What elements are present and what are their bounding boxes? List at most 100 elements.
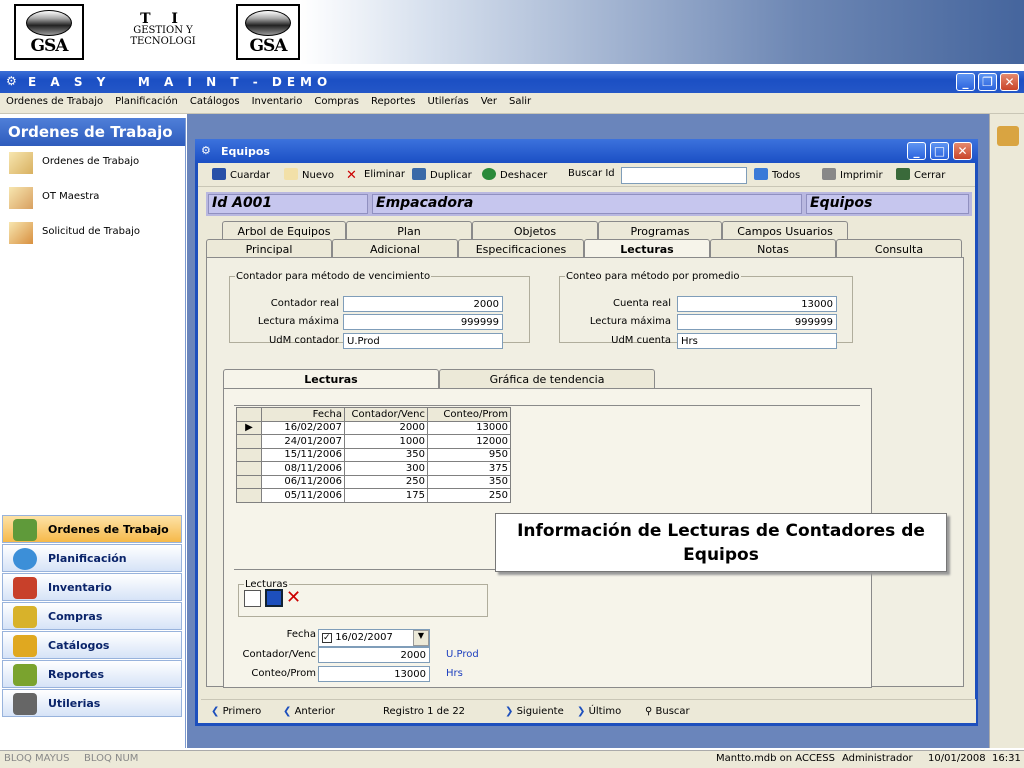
record-navigator: ❮ Primero ❮ Anterior Registro 1 de 22 ❯ … bbox=[201, 699, 976, 723]
tab-plan[interactable]: Plan bbox=[346, 221, 472, 240]
minimize-icon[interactable]: _ bbox=[956, 73, 975, 91]
tab-arbol[interactable]: Arbol de Equipos bbox=[222, 221, 346, 240]
lectura-maxima-field[interactable]: 999999 bbox=[343, 314, 503, 330]
restore-icon[interactable]: ❐ bbox=[978, 73, 997, 91]
contador-unit: U.Prod bbox=[446, 649, 479, 660]
close-button[interactable]: Cerrar bbox=[896, 168, 945, 181]
sidebar-item-work-request[interactable]: Solicitud de Trabajo bbox=[0, 216, 185, 251]
tab-adicional[interactable]: Adicional bbox=[332, 239, 458, 258]
tab-lecturas[interactable]: Lecturas bbox=[584, 239, 710, 258]
nav-catalogs[interactable]: Catálogos bbox=[2, 631, 182, 659]
tool-icon[interactable] bbox=[997, 126, 1019, 146]
tab-principal[interactable]: Principal bbox=[206, 239, 332, 258]
catalogs-books-icon bbox=[13, 635, 37, 657]
database-status: Mantto.mdb on ACCESS bbox=[716, 753, 835, 764]
contador-real-field[interactable]: 2000 bbox=[343, 296, 503, 312]
all-icon bbox=[754, 168, 768, 180]
time-status: 16:31 bbox=[992, 753, 1021, 764]
first-button[interactable]: ❮ Primero bbox=[211, 706, 261, 717]
delete-reading-icon[interactable]: ✕ bbox=[286, 587, 301, 608]
tab-especificaciones[interactable]: Especificaciones bbox=[458, 239, 584, 258]
menu-item[interactable]: Reportes bbox=[365, 93, 422, 107]
nav-reports[interactable]: Reportes bbox=[2, 660, 182, 688]
udm-cuenta-field[interactable]: Hrs bbox=[677, 333, 837, 349]
inventory-shelf-icon bbox=[13, 577, 37, 599]
save-reading-icon[interactable] bbox=[265, 589, 283, 607]
close-icon[interactable]: ✕ bbox=[1000, 73, 1019, 91]
num-lock-indicator: BLOQ NUM bbox=[84, 753, 139, 764]
menu-item[interactable]: Planificación bbox=[109, 93, 184, 107]
fecha-date-picker[interactable]: ✓ 16/02/2007 ▼ bbox=[318, 629, 430, 647]
all-button[interactable]: Todos bbox=[754, 168, 800, 181]
nav-purchases[interactable]: Compras bbox=[2, 602, 182, 630]
tab-notas[interactable]: Notas bbox=[710, 239, 836, 258]
new-reading-icon[interactable] bbox=[244, 590, 261, 607]
master-order-icon bbox=[9, 187, 33, 209]
readings-grid[interactable]: Fecha Contador/Venc Conteo/Prom ▶ 16/02/200… bbox=[236, 407, 511, 503]
contador-real-label: Contador real bbox=[270, 298, 339, 309]
lectura-maxima-label: Lectura máxima bbox=[257, 316, 339, 327]
search-id-label: Buscar Id bbox=[568, 168, 615, 179]
menu-item[interactable]: Compras bbox=[308, 93, 365, 107]
nav-utilities[interactable]: Utilerias bbox=[2, 689, 182, 717]
gsa-logo-left: GSA bbox=[14, 4, 84, 60]
menu-item[interactable]: Inventario bbox=[246, 93, 309, 107]
utilities-tower-icon bbox=[13, 693, 37, 715]
table-row[interactable]: 24/01/2007 1000 12000 bbox=[236, 434, 511, 449]
undo-button[interactable]: Deshacer bbox=[482, 168, 547, 181]
menu-item[interactable]: Salir bbox=[503, 93, 537, 107]
window-minimize-icon[interactable]: _ bbox=[907, 142, 926, 160]
tab-consulta[interactable]: Consulta bbox=[836, 239, 962, 258]
subtab-grafica[interactable]: Gráfica de tendencia bbox=[439, 369, 655, 388]
equipment-window: ⚙ Equipos _ □ ✕ Cuardar Nuevo ✕ Eliminar … bbox=[195, 139, 978, 726]
conteo-maxima-label: Lectura máxima bbox=[589, 316, 671, 327]
left-panel-title: Ordenes de Trabajo bbox=[0, 118, 185, 146]
tab-programas[interactable]: Programas bbox=[598, 221, 722, 240]
table-row[interactable]: ▶ 16/02/2007 2000 13000 bbox=[236, 420, 511, 435]
reports-chart-icon bbox=[13, 664, 37, 686]
save-button[interactable]: Cuardar bbox=[212, 168, 270, 181]
menu-item[interactable]: Ver bbox=[475, 93, 503, 107]
nav-planning[interactable]: Planificación bbox=[2, 544, 182, 572]
gsa-logo-right: GSA bbox=[236, 4, 300, 60]
window-toolbar: Cuardar Nuevo ✕ Eliminar Duplicar Deshace… bbox=[198, 163, 975, 187]
table-row[interactable]: 05/11/2006 175 250 bbox=[236, 488, 511, 503]
conteo-maxima-field[interactable]: 999999 bbox=[677, 314, 837, 330]
menu-item[interactable]: Ordenes de Trabajo bbox=[0, 93, 109, 107]
subtab-lecturas[interactable]: Lecturas bbox=[223, 369, 439, 388]
delete-button[interactable]: ✕ Eliminar bbox=[346, 168, 405, 183]
next-button[interactable]: ❯ Siguiente bbox=[505, 706, 564, 717]
print-button[interactable]: Imprimir bbox=[822, 168, 883, 181]
new-button[interactable]: Nuevo bbox=[284, 168, 334, 181]
nav-inventory[interactable]: Inventario bbox=[2, 573, 182, 601]
cuenta-real-field[interactable]: 13000 bbox=[677, 296, 837, 312]
sidebar-item-work-orders[interactable]: Ordenes de Trabajo bbox=[0, 146, 185, 181]
menu-item[interactable]: Utilerías bbox=[422, 93, 475, 107]
conteo-prom-field[interactable]: 13000 bbox=[318, 666, 430, 682]
previous-button[interactable]: ❮ Anterior bbox=[283, 706, 335, 717]
exit-icon bbox=[896, 168, 910, 180]
udm-contador-field[interactable]: U.Prod bbox=[343, 333, 503, 349]
right-toolbar bbox=[989, 114, 1024, 748]
duplicate-button[interactable]: Duplicar bbox=[412, 168, 472, 181]
work-orders-nav-icon bbox=[13, 519, 37, 541]
nav-work-orders[interactable]: Ordenes de Trabajo bbox=[2, 515, 182, 543]
menu-item[interactable]: Catálogos bbox=[184, 93, 246, 107]
record-header: Id A001 Empacadora Equipos bbox=[206, 192, 972, 216]
window-close-icon[interactable]: ✕ bbox=[953, 142, 972, 160]
tab-objetos[interactable]: Objetos bbox=[472, 221, 598, 240]
contador-venc-field[interactable]: 2000 bbox=[318, 647, 430, 663]
sidebar-item-master-order[interactable]: OT Maestra bbox=[0, 181, 185, 216]
search-id-input[interactable] bbox=[621, 167, 747, 184]
table-row[interactable]: 15/11/2006 350 950 bbox=[236, 447, 511, 462]
last-button[interactable]: ❯ Último bbox=[577, 706, 621, 717]
window-maximize-icon[interactable]: □ bbox=[930, 142, 949, 160]
table-row[interactable]: 08/11/2006 300 375 bbox=[236, 461, 511, 476]
top-banner: GSA T I GESTION Y TECNOLOGI GSA bbox=[0, 0, 1024, 64]
ti-logo: T I GESTION Y TECNOLOGI bbox=[130, 11, 196, 47]
table-row[interactable]: 06/11/2006 250 350 bbox=[236, 474, 511, 489]
status-bar: BLOQ MAYUS BLOQ NUM Mantto.mdb on ACCESS… bbox=[0, 750, 1024, 768]
tab-campos-usuarios[interactable]: Campos Usuarios bbox=[722, 221, 848, 240]
search-button[interactable]: ⚲ Buscar bbox=[645, 706, 690, 717]
menu-bar: Ordenes de Trabajo Planificación Catálogos… bbox=[0, 93, 1024, 114]
